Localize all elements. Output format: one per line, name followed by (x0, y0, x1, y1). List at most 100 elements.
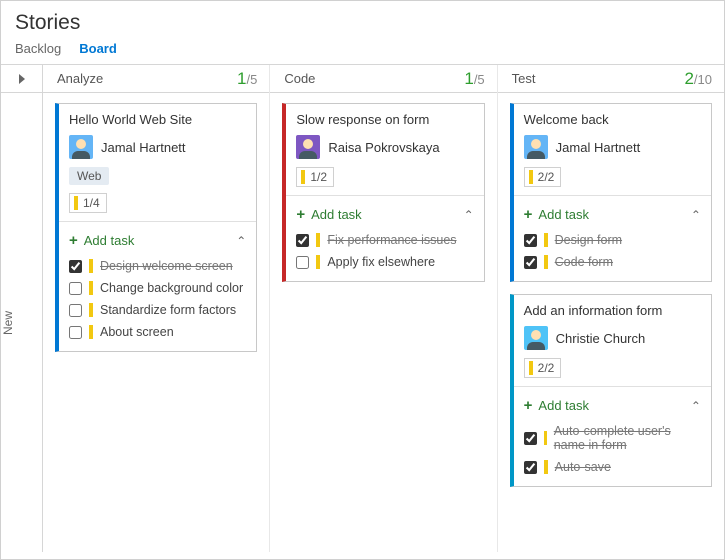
task-type-bar-icon (89, 325, 93, 339)
avatar (69, 135, 93, 159)
task-label: Apply fix elsewhere (327, 255, 435, 269)
column-body: Hello World Web Site Jamal Hartnett Web 1/4… (43, 93, 269, 552)
task-type-bar-icon (544, 431, 547, 445)
task-checkbox[interactable] (69, 282, 82, 295)
column-header[interactable]: Analyze1/5 (43, 65, 269, 93)
card-title[interactable]: Add an information form (524, 303, 701, 318)
card-assignee[interactable]: Jamal Hartnett (524, 135, 701, 159)
swimlane-expand-button[interactable] (1, 65, 42, 93)
task-row[interactable]: Code form (524, 251, 701, 273)
column-wip-count: 1/5 (464, 69, 484, 89)
task-progress-chip[interactable]: 2/2 (524, 358, 562, 378)
tabs: Backlog Board (1, 39, 724, 64)
task-type-bar-icon (544, 233, 548, 247)
task-checkbox[interactable] (296, 256, 309, 269)
card-title[interactable]: Slow response on form (296, 112, 473, 127)
tab-backlog[interactable]: Backlog (15, 41, 61, 56)
card-body: Hello World Web Site Jamal Hartnett Web 1/4 (59, 104, 256, 221)
add-task-label: Add task (538, 207, 589, 222)
task-checkbox[interactable] (524, 234, 537, 247)
task-progress-chip[interactable]: 2/2 (524, 167, 562, 187)
card-title[interactable]: Hello World Web Site (69, 112, 246, 127)
task-checkbox[interactable] (69, 260, 82, 273)
column-body: Welcome back Jamal Hartnett 2/2 +Add task⌃ D… (498, 93, 724, 552)
card-assignee[interactable]: Christie Church (524, 326, 701, 350)
plus-icon: + (296, 206, 305, 223)
assignee-name: Jamal Hartnett (101, 140, 186, 155)
task-type-bar-icon (316, 233, 320, 247)
card-assignee[interactable]: Raisa Pokrovskaya (296, 135, 473, 159)
task-type-bar-icon (529, 361, 533, 375)
board: New Analyze1/5 Hello World Web Site Jamal … (1, 64, 724, 552)
column-header[interactable]: Code1/5 (270, 65, 496, 93)
chevron-up-icon[interactable]: ⌃ (691, 208, 701, 222)
task-type-bar-icon (301, 170, 305, 184)
task-checkbox[interactable] (69, 326, 82, 339)
task-type-bar-icon (544, 255, 548, 269)
card-assignee[interactable]: Jamal Hartnett (69, 135, 246, 159)
task-progress-chip[interactable]: 1/4 (69, 193, 107, 213)
chevron-up-icon[interactable]: ⌃ (236, 234, 246, 248)
column-header[interactable]: Test2/10 (498, 65, 724, 93)
task-type-bar-icon (529, 170, 533, 184)
chevron-up-icon[interactable]: ⌃ (464, 208, 474, 222)
board-columns: Analyze1/5 Hello World Web Site Jamal Hart… (43, 65, 724, 552)
tab-board[interactable]: Board (79, 41, 117, 56)
chevron-up-icon[interactable]: ⌃ (691, 399, 701, 413)
task-row[interactable]: Standardize form factors (69, 299, 246, 321)
task-label: Code form (555, 255, 613, 269)
task-type-bar-icon (89, 281, 93, 295)
work-item-card[interactable]: Welcome backJamal Hartnett2/2+Add task⌃D… (510, 103, 712, 282)
task-progress-text: 2/2 (538, 361, 555, 375)
assignee-name: Raisa Pokrovskaya (328, 140, 439, 155)
add-task-button[interactable]: +Add task⌃ (524, 202, 701, 229)
board-column: Test2/10 Welcome back Jamal Hartnett 2/2 +Ad… (498, 65, 724, 552)
work-item-card[interactable]: Hello World Web Site Jamal Hartnett Web 1/4… (55, 103, 257, 352)
avatar (524, 326, 548, 350)
task-row[interactable]: Design form (524, 229, 701, 251)
task-checkbox[interactable] (524, 256, 537, 269)
page-title: Stories (1, 1, 724, 39)
task-row[interactable]: Auto-complete user's name in form (524, 420, 701, 456)
task-checkbox[interactable] (524, 432, 537, 445)
add-task-label: Add task (311, 207, 362, 222)
work-item-card[interactable]: Add an information form Christie Church 2/… (510, 294, 712, 487)
task-type-bar-icon (89, 303, 93, 317)
swimlane-label: New (1, 93, 42, 552)
task-row[interactable]: Apply fix elsewhere (296, 251, 473, 273)
avatar (296, 135, 320, 159)
task-label: About screen (100, 325, 174, 339)
card-task-checklist: +Add task⌃Design welcome screenChange ba… (59, 221, 256, 351)
task-label: Design welcome screen (100, 259, 233, 273)
task-type-bar-icon (544, 460, 548, 474)
task-row[interactable]: Change background color (69, 277, 246, 299)
task-progress-text: 1/2 (310, 170, 327, 184)
task-checkbox[interactable] (296, 234, 309, 247)
task-row[interactable]: Auto-save (524, 456, 701, 478)
task-label: Standardize form factors (100, 303, 236, 317)
add-task-button[interactable]: +Add task⌃ (524, 393, 701, 420)
task-checkbox[interactable] (524, 461, 537, 474)
task-label: Auto-complete user's name in form (554, 424, 701, 452)
task-checkbox[interactable] (69, 304, 82, 317)
task-row[interactable]: About screen (69, 321, 246, 343)
card-body: Welcome back Jamal Hartnett 2/2 (514, 104, 711, 195)
card-task-checklist: +Add task⌃ Auto-complete user's name in f… (514, 386, 711, 486)
chevron-right-icon (19, 74, 25, 84)
task-progress-text: 2/2 (538, 170, 555, 184)
card-task-checklist: + Add task ⌃ Fix performance issues Apply fi… (286, 195, 483, 281)
column-name: Test (512, 71, 536, 86)
add-task-label: Add task (84, 233, 135, 248)
card-title[interactable]: Welcome back (524, 112, 701, 127)
task-row[interactable]: Design welcome screen (69, 255, 246, 277)
card-task-checklist: +Add task⌃Design formCode form (514, 195, 711, 281)
add-task-button[interactable]: + Add task ⌃ (296, 202, 473, 229)
swimlane-gutter: New (1, 65, 43, 552)
task-progress-chip[interactable]: 1/2 (296, 167, 334, 187)
task-row[interactable]: Fix performance issues (296, 229, 473, 251)
add-task-button[interactable]: +Add task⌃ (69, 228, 246, 255)
column-body: Slow response on form Raisa Pokrovskaya 1/… (270, 93, 496, 552)
work-item-card[interactable]: Slow response on form Raisa Pokrovskaya 1/… (282, 103, 484, 282)
card-tag[interactable]: Web (69, 167, 109, 185)
card-body: Slow response on form Raisa Pokrovskaya 1/… (286, 104, 483, 195)
